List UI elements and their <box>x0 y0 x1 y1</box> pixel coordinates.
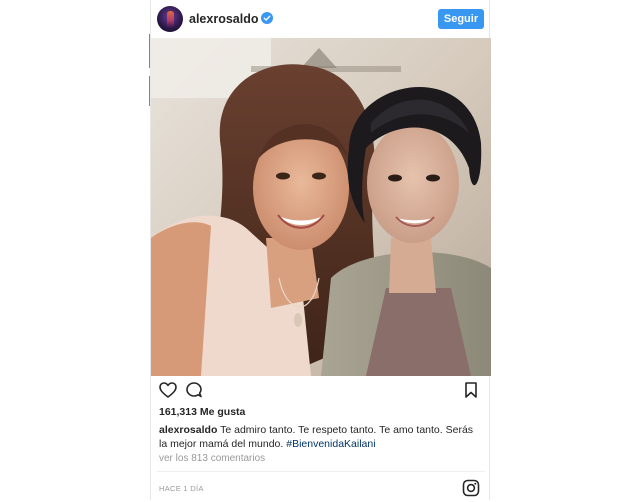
post-caption: alexrosaldo Te admiro tanto. Te respeto … <box>159 423 481 451</box>
avatar[interactable] <box>157 6 183 32</box>
heart-icon[interactable] <box>158 380 178 400</box>
caption-username[interactable]: alexrosaldo <box>159 424 217 436</box>
bookmark-icon[interactable] <box>461 380 481 400</box>
post-photo[interactable] <box>151 38 491 376</box>
post-card: alexrosaldo Seguir 161,313 Me gusta alex… <box>150 0 491 500</box>
verified-icon <box>261 12 273 24</box>
post-timestamp: HACE 1 DÍA <box>159 484 204 493</box>
footer-divider <box>157 471 485 472</box>
caption-hashtag[interactable]: #BienvenidaKailani <box>286 438 375 450</box>
post-actions <box>151 376 491 404</box>
username-link[interactable]: alexrosaldo <box>189 12 258 26</box>
avatar-figure <box>167 11 174 27</box>
instagram-icon[interactable] <box>462 479 480 497</box>
view-comments-link[interactable]: ver los 813 comentarios <box>159 453 265 464</box>
post-header: alexrosaldo Seguir <box>151 0 491 38</box>
comment-bubble-icon[interactable] <box>184 380 204 400</box>
likes-count[interactable]: 161,313 Me gusta <box>159 406 245 418</box>
follow-button[interactable]: Seguir <box>438 9 484 29</box>
